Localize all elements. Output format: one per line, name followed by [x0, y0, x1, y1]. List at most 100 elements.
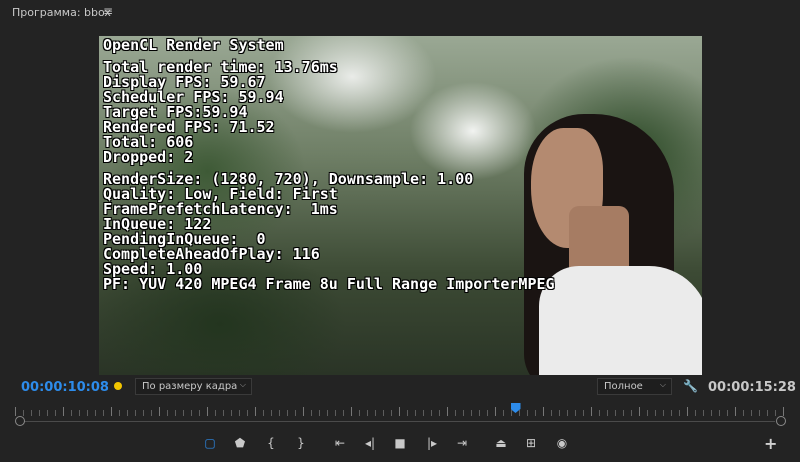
ruler-tick [615, 410, 616, 416]
ruler-tick [151, 410, 152, 416]
ruler-tick [647, 410, 648, 416]
ruler-tick [551, 410, 552, 416]
ruler-tick [599, 410, 600, 416]
ruler-tick [175, 410, 176, 416]
ruler-tick [503, 410, 504, 416]
ruler-tick [247, 410, 248, 416]
ruler-tick [463, 410, 464, 416]
ruler-tick [743, 410, 744, 416]
add-button[interactable]: + [764, 434, 777, 453]
ruler-tick [559, 410, 560, 416]
ruler-tick [455, 410, 456, 416]
ruler-tick [199, 410, 200, 416]
ruler-tick [711, 410, 712, 416]
ruler-tick [23, 410, 24, 416]
ruler-tick [719, 410, 720, 416]
ruler-tick [215, 410, 216, 416]
program-monitor-viewport[interactable]: OpenCL Render System Total render time: … [99, 36, 702, 375]
ruler-tick [687, 407, 688, 416]
ruler-tick [567, 410, 568, 416]
go-to-in-icon[interactable]: ⇤ [331, 435, 349, 451]
ruler-tick [87, 410, 88, 416]
ruler-tick [391, 410, 392, 416]
zoom-select-value: По размеру кадра [142, 381, 238, 392]
ruler-tick [439, 410, 440, 416]
ruler-tick [39, 410, 40, 416]
step-forward-icon[interactable]: |▸ [423, 435, 441, 451]
ruler-tick [407, 410, 408, 416]
ruler-tick [783, 407, 784, 416]
ruler-tick [79, 410, 80, 416]
ruler-tick [735, 407, 736, 416]
ruler-tick [159, 407, 160, 416]
ruler-tick [775, 410, 776, 416]
ruler-tick [63, 407, 64, 416]
current-timecode[interactable]: 00:00:10:08 [21, 380, 109, 395]
ruler-tick [623, 410, 624, 416]
ruler-tick [543, 407, 544, 416]
zoom-scroll-right-handle[interactable] [776, 416, 786, 426]
ruler-tick [703, 410, 704, 416]
ruler-tick [655, 410, 656, 416]
ruler-tick [287, 410, 288, 416]
time-ruler[interactable] [15, 403, 785, 417]
panel-header [0, 0, 800, 26]
panel-menu-icon[interactable]: ≡ [103, 4, 113, 18]
ruler-tick [447, 407, 448, 416]
overlay-line: PF: YUV 420 MPEG4 Frame 8u Full Range Im… [103, 275, 555, 293]
mark-in-icon[interactable]: { [262, 435, 280, 451]
marker-dot-icon [114, 382, 122, 390]
marker-comment-icon[interactable]: ▢ [201, 435, 219, 451]
zoom-scroll-left-handle[interactable] [15, 416, 25, 426]
extract-icon[interactable]: ⊞ [522, 435, 540, 451]
ruler-tick [311, 410, 312, 416]
ruler-tick [119, 410, 120, 416]
overlay-render-group: RenderSize: (1280, 720), Downsample: 1.0… [103, 172, 555, 292]
ruler-tick [639, 407, 640, 416]
duration-timecode: 00:00:15:28 [708, 380, 796, 395]
ruler-tick [519, 410, 520, 416]
export-frame-icon[interactable]: ◉ [553, 435, 571, 451]
ruler-tick [103, 410, 104, 416]
chevron-down-icon: ⌵ [239, 380, 246, 389]
ruler-tick [679, 410, 680, 416]
ruler-tick [223, 410, 224, 416]
ruler-tick [575, 410, 576, 416]
stop-icon[interactable]: ■ [391, 435, 409, 451]
step-back-icon[interactable]: ◂| [361, 435, 379, 451]
ruler-tick [727, 410, 728, 416]
ruler-tick [95, 410, 96, 416]
mark-out-icon[interactable]: } [292, 435, 310, 451]
ruler-tick [31, 410, 32, 416]
ruler-tick [383, 410, 384, 416]
ruler-tick [423, 410, 424, 416]
ruler-tick [663, 410, 664, 416]
ruler-tick [471, 410, 472, 416]
zoom-scroll-track[interactable] [22, 421, 775, 422]
chevron-down-icon: ⌵ [659, 380, 666, 389]
ruler-tick [751, 410, 752, 416]
ruler-tick [231, 410, 232, 416]
zoom-select[interactable]: По размеру кадра ⌵ [135, 378, 252, 395]
ruler-tick [759, 410, 760, 416]
ruler-tick [271, 410, 272, 416]
playback-quality-select[interactable]: Полное ⌵ [597, 378, 672, 395]
overlay-line: Dropped: 2 [103, 148, 194, 166]
overlay-line: OpenCL Render System [103, 36, 284, 54]
lift-icon[interactable]: ⏏ [492, 435, 510, 451]
ruler-tick [359, 410, 360, 416]
ruler-tick [15, 407, 16, 416]
ruler-tick [367, 410, 368, 416]
video-subject-shirt [539, 266, 702, 375]
ruler-tick [71, 410, 72, 416]
ruler-tick [479, 410, 480, 416]
wrench-icon[interactable]: 🔧 [683, 379, 698, 393]
render-stats-overlay: OpenCL Render System Total render time: … [103, 38, 555, 292]
ruler-tick [47, 410, 48, 416]
ruler-tick [695, 410, 696, 416]
ruler-tick [207, 407, 208, 416]
ruler-tick [375, 410, 376, 416]
go-to-out-icon[interactable]: ⇥ [453, 435, 471, 451]
add-marker-icon[interactable]: ⬟ [231, 435, 249, 451]
ruler-tick [135, 410, 136, 416]
